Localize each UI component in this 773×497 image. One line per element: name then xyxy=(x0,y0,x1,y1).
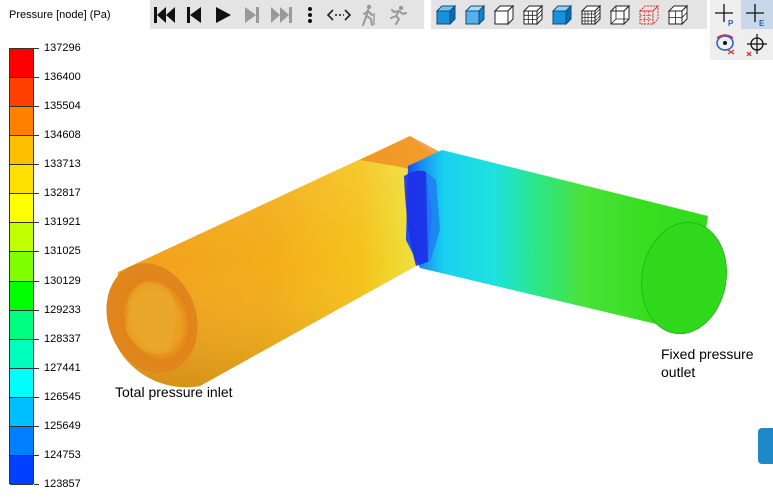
outlet-annotation-line2: outlet xyxy=(661,364,696,380)
outlet-annotation-line1: Fixed pressure xyxy=(661,346,754,362)
outlet-annotation: Fixed pressure outlet xyxy=(661,345,754,381)
side-panel-toggle[interactable] xyxy=(758,428,773,464)
pressure-contour-viewport[interactable] xyxy=(0,0,773,497)
inlet-annotation: Total pressure inlet xyxy=(115,384,233,400)
